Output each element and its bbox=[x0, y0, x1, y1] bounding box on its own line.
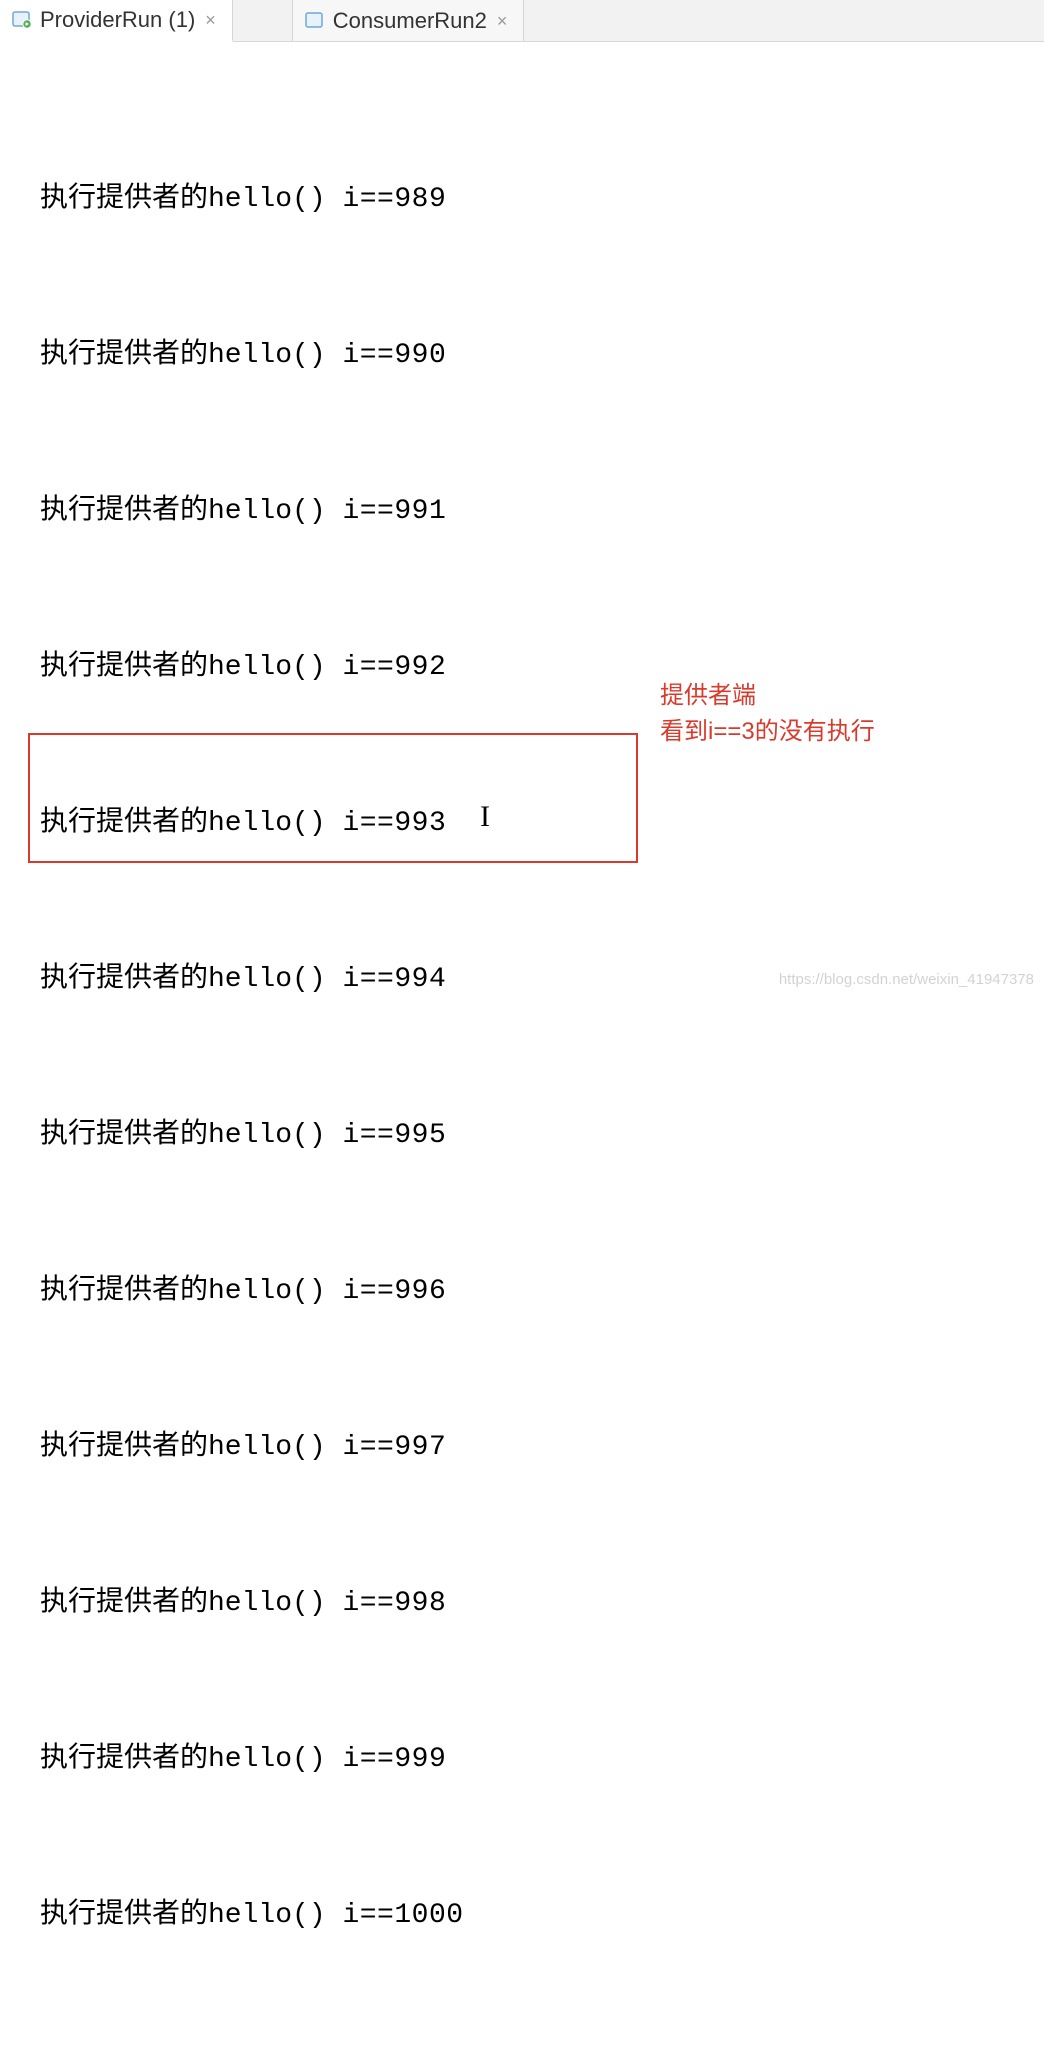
tab-label-other: ConsumerRun2 bbox=[333, 8, 487, 34]
annotation: 提供者端 看到i==3的没有执行 bbox=[660, 678, 875, 750]
tab-provider-run[interactable]: ProviderRun (1) × bbox=[0, 0, 233, 42]
annotation-line-2: 看到i==3的没有执行 bbox=[660, 714, 875, 750]
tab-spacer bbox=[233, 0, 293, 41]
console-line: 执行提供者的hello() i==1000 bbox=[40, 1890, 1044, 1942]
console-line: 执行提供者的hello() i==990 bbox=[40, 330, 1044, 382]
console-line: 执行提供者的hello() i==991 bbox=[40, 486, 1044, 538]
console-line: 执行提供者的hello() i==998 bbox=[40, 1578, 1044, 1630]
watermark: https://blog.csdn.net/weixin_41947378 bbox=[779, 971, 1034, 988]
console-line: 执行提供者的hello() i==989 bbox=[40, 174, 1044, 226]
close-icon[interactable]: × bbox=[495, 12, 510, 30]
tab-consumer-run[interactable]: ConsumerRun2 × bbox=[293, 0, 525, 41]
console-line: 执行提供者的hello() i==992 bbox=[40, 642, 1044, 694]
close-icon[interactable]: × bbox=[203, 11, 218, 29]
run-icon bbox=[12, 11, 32, 29]
annotation-line-1: 提供者端 bbox=[660, 678, 875, 714]
console-output[interactable]: 执行提供者的hello() i==989 执行提供者的hello() i==99… bbox=[0, 42, 1044, 2048]
tab-label-active: ProviderRun (1) bbox=[40, 7, 195, 33]
tab-bar: ProviderRun (1) × ConsumerRun2 × bbox=[0, 0, 1044, 42]
file-icon bbox=[305, 12, 325, 30]
console-line: 执行提供者的hello() i==995 bbox=[40, 1110, 1044, 1162]
console-line: 执行提供者的hello() i==993 bbox=[40, 798, 1044, 850]
console-line: 执行提供者的hello() Tom bbox=[40, 2046, 1044, 2048]
console-line: 执行提供者的hello() i==997 bbox=[40, 1422, 1044, 1474]
console-line: 执行提供者的hello() i==999 bbox=[40, 1734, 1044, 1786]
console-line: 执行提供者的hello() i==996 bbox=[40, 1266, 1044, 1318]
